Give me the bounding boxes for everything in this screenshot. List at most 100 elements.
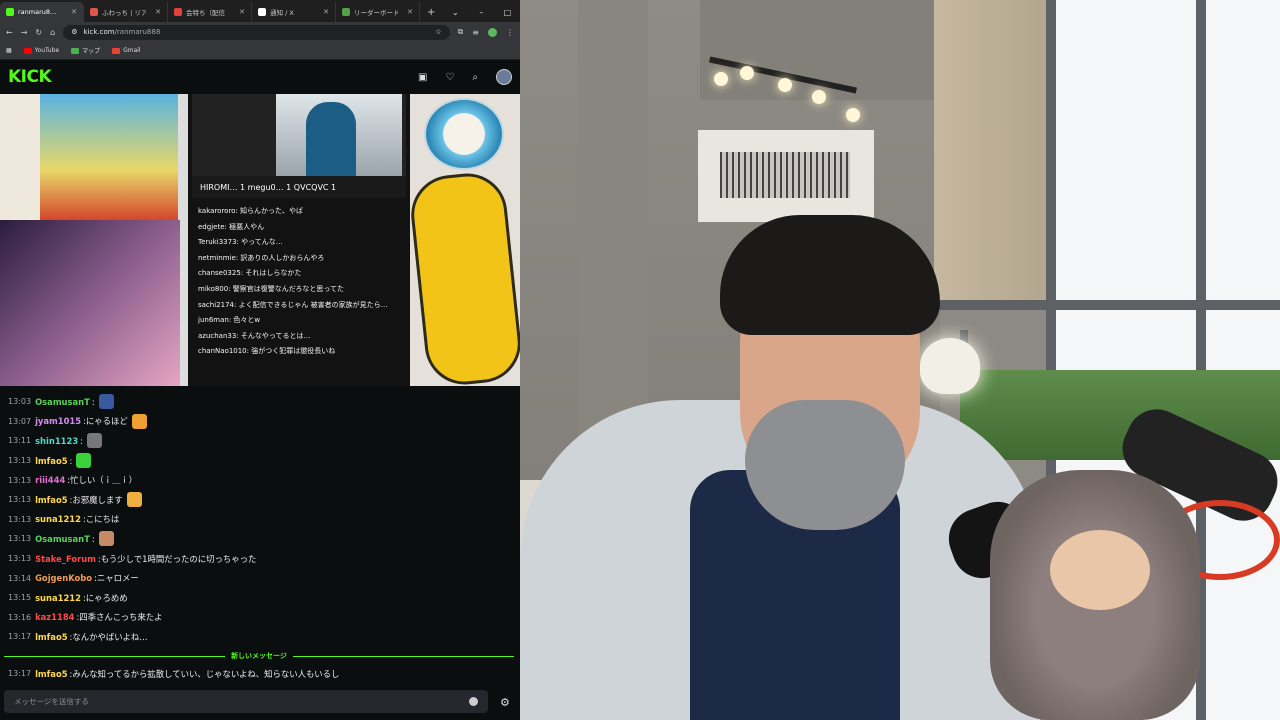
message-user[interactable]: riii444 <box>35 475 65 485</box>
message-user[interactable]: lmfao5 <box>35 456 67 466</box>
browser-tab[interactable]: ranmaru8… ✕ <box>0 2 84 22</box>
tab-title: 通知 / X <box>270 9 294 17</box>
message-user[interactable]: lmfao5 <box>35 495 67 505</box>
maximize-icon[interactable]: □ <box>494 8 520 17</box>
message-user[interactable]: OsamusanT <box>35 534 90 544</box>
message-colon: : <box>69 455 73 466</box>
tab-close-icon[interactable]: ✕ <box>239 8 245 16</box>
emote-icon[interactable] <box>86 433 102 449</box>
tab-favicon-icon <box>6 8 14 16</box>
chat-settings-gear-icon[interactable]: ⚙ <box>500 696 510 709</box>
message-text: 四季さんこっち来たよ <box>79 612 163 623</box>
message-user[interactable]: shin1123 <box>35 436 78 446</box>
site-info-icon[interactable]: ⚙ <box>71 28 77 36</box>
bookmark-star-icon[interactable]: ☆ <box>435 28 441 36</box>
message-time: 13:16 <box>8 612 32 622</box>
webcam-feed <box>520 0 1280 720</box>
bookmark-item[interactable]: YouTube <box>23 46 59 55</box>
search-icon[interactable]: ⌕ <box>472 72 478 83</box>
window-blind <box>934 0 1046 310</box>
gift-icon[interactable]: ▣ <box>418 72 427 83</box>
heart-icon[interactable]: ♡ <box>445 72 454 83</box>
message-text: こにちは <box>85 514 120 525</box>
kick-logo[interactable]: KICK <box>8 67 52 87</box>
message-user[interactable]: suna1212 <box>35 593 81 603</box>
wall-poster-right <box>407 94 520 386</box>
monitor-chat-line: kakarororo: 知らんかった、やば <box>198 207 304 215</box>
message-time: 13:13 <box>8 514 32 524</box>
apps-grid-icon[interactable]: ▦ <box>6 47 12 54</box>
emote-icon[interactable] <box>98 394 114 410</box>
message-time: 13:14 <box>8 573 32 583</box>
menu-icon[interactable]: ⋮ <box>506 28 514 37</box>
tab-title: ranmaru8… <box>18 8 57 16</box>
plush-toy-face <box>1050 530 1150 610</box>
url-field[interactable]: ⚙ kick.com/ranmaru888 ☆ <box>63 24 450 40</box>
chat-input-placeholder: メッセージを送信する <box>14 697 89 706</box>
air-vent <box>698 130 874 222</box>
message-time: 13:03 <box>8 397 32 407</box>
monitor-chat-line: Teruki3373: やってんな… <box>198 238 283 247</box>
emoji-icon[interactable] <box>469 697 478 706</box>
extensions-icon[interactable]: ⧉ <box>458 27 464 37</box>
emote-icon[interactable] <box>126 492 142 508</box>
profile-icon[interactable] <box>488 27 497 37</box>
chat-message: 13:03 OsamusanT: <box>8 392 114 412</box>
tab-close-icon[interactable]: ✕ <box>323 8 329 16</box>
extensions: ⧉ ≡ ⋮ <box>458 27 514 37</box>
url-path: /ranmaru888 <box>114 28 161 36</box>
bookmark-favicon-icon <box>71 47 80 54</box>
bookmark-item[interactable]: Gmail <box>112 46 141 55</box>
message-user[interactable]: suna1212 <box>35 514 81 524</box>
chat-message: 13:13 lmfao5: お邪魔します <box>8 490 142 510</box>
chat-input[interactable]: メッセージを送信する <box>4 690 488 713</box>
message-colon: : <box>91 396 95 407</box>
message-time: 13:13 <box>8 475 32 485</box>
new-messages-label: 新しいメッセージ <box>231 652 287 660</box>
message-user[interactable]: lmfao5 <box>35 632 67 642</box>
browser-tab[interactable]: ふわっち | リアル ✕ <box>84 2 168 22</box>
tab-title: ふわっち | リアル <box>102 9 146 17</box>
tab-close-icon[interactable]: ✕ <box>407 8 413 16</box>
forward-icon[interactable]: → <box>21 28 28 37</box>
message-text: みんな知ってるから拡散していい、じゃないよね、知らない人もいるし <box>72 668 340 679</box>
message-time: 13:13 <box>8 554 32 564</box>
browser-tab[interactable]: リーダーボード ✕ <box>336 2 420 22</box>
new-messages-divider[interactable]: 新しいメッセージ <box>4 651 514 661</box>
message-user[interactable]: kaz1184 <box>35 612 74 622</box>
bookmark-item[interactable]: マップ <box>71 46 100 55</box>
browser-tab[interactable]: 通知 / X ✕ <box>252 2 336 22</box>
reload-icon[interactable]: ↻ <box>35 28 42 37</box>
tab-close-icon[interactable]: ✕ <box>71 8 77 16</box>
emote-icon[interactable] <box>98 531 114 547</box>
emote-icon[interactable] <box>131 413 147 429</box>
message-text: もう少しで1時間だったのに切っちゃった <box>100 553 257 564</box>
media-icon[interactable]: ≡ <box>472 28 479 37</box>
latest-chat-message: 13:17 lmfao5 : みんな知ってるから拡散していい、じゃないよね、知ら… <box>8 664 339 684</box>
chat-message: 13:14 GojgenKobo: ニャロメー <box>8 568 139 588</box>
message-user[interactable]: OsamusanT <box>35 397 90 407</box>
message-user[interactable]: GojgenKobo <box>35 573 92 583</box>
message-text: ニャロメー <box>96 573 139 584</box>
home-icon[interactable]: ⌂ <box>50 28 55 37</box>
chat-message: 13:13 Stake_Forum: もう少しで1時間だったのに切っちゃった <box>8 549 256 569</box>
message-user[interactable]: jyam1015 <box>35 416 81 426</box>
tab-close-icon[interactable]: ✕ <box>155 8 161 16</box>
message-text: にゃろめめ <box>85 592 128 603</box>
tab-bar: ranmaru8…✕ふわっち | リアル✕会特ち（配信✕通知 / X✕リーダーボ… <box>0 0 520 22</box>
back-icon[interactable]: ← <box>6 28 13 37</box>
message-user[interactable]: Stake_Forum <box>35 554 96 564</box>
new-tab-button[interactable]: + <box>420 2 442 22</box>
tab-favicon-icon <box>342 8 350 16</box>
browser-tab[interactable]: 会特ち（配信 ✕ <box>168 2 252 22</box>
user-avatar[interactable] <box>496 69 512 85</box>
emote-icon[interactable] <box>76 453 92 469</box>
minimize-icon[interactable]: – <box>468 8 494 17</box>
message-time: 13:13 <box>8 534 32 544</box>
stream-video[interactable]: HIROMI… 1 megu0… 1 QVCQVC 1 kakarororo: … <box>0 94 520 386</box>
kick-header: KICK ▣ ♡ ⌕ <box>0 60 520 94</box>
monitor-chat-line: jun6man: 色々とw <box>198 316 261 325</box>
bookmark-favicon-icon <box>23 47 32 54</box>
message-user[interactable]: lmfao5 <box>35 669 67 679</box>
tab-search-icon[interactable]: ⌄ <box>442 8 468 17</box>
